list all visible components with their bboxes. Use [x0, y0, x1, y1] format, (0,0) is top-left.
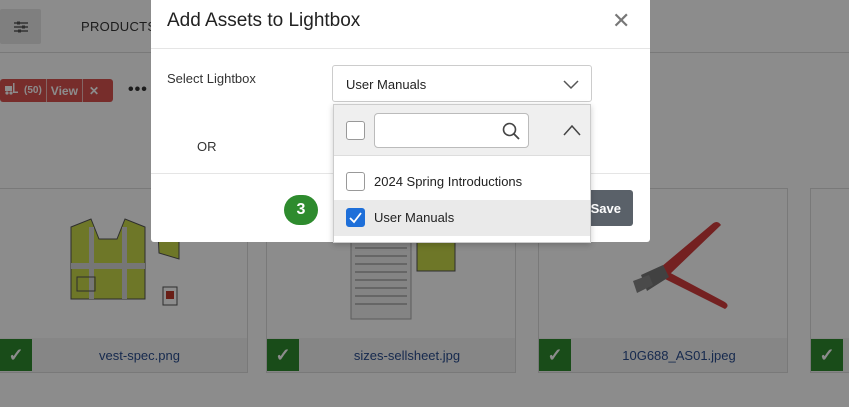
or-label: OR [197, 139, 217, 154]
select-lightbox-label: Select Lightbox [167, 71, 256, 86]
close-icon[interactable]: ✕ [612, 10, 630, 32]
option-checkbox[interactable] [346, 172, 365, 191]
option-label: 2024 Spring Introductions [374, 174, 523, 189]
modal-divider [151, 48, 650, 49]
dropdown-search-row [334, 105, 590, 156]
option-label: User Manuals [374, 210, 455, 225]
dropdown-option[interactable]: 2024 Spring Introductions [334, 164, 590, 200]
chevron-up-icon[interactable] [563, 123, 581, 137]
select-all-checkbox[interactable] [346, 121, 365, 140]
chevron-down-icon [563, 80, 579, 90]
lightbox-select[interactable]: User Manuals [332, 65, 592, 102]
checkmark-icon [349, 212, 362, 224]
lightbox-select-value: User Manuals [346, 77, 427, 92]
option-checkbox[interactable] [346, 208, 365, 227]
dropdown-option[interactable]: User Manuals [334, 200, 590, 236]
lightbox-dropdown: 2024 Spring Introductions User Manuals [333, 104, 591, 243]
step-badge: 3 [284, 195, 318, 225]
search-icon [502, 122, 520, 140]
search-input[interactable] [374, 113, 529, 148]
modal-title: Add Assets to Lightbox [167, 10, 361, 31]
